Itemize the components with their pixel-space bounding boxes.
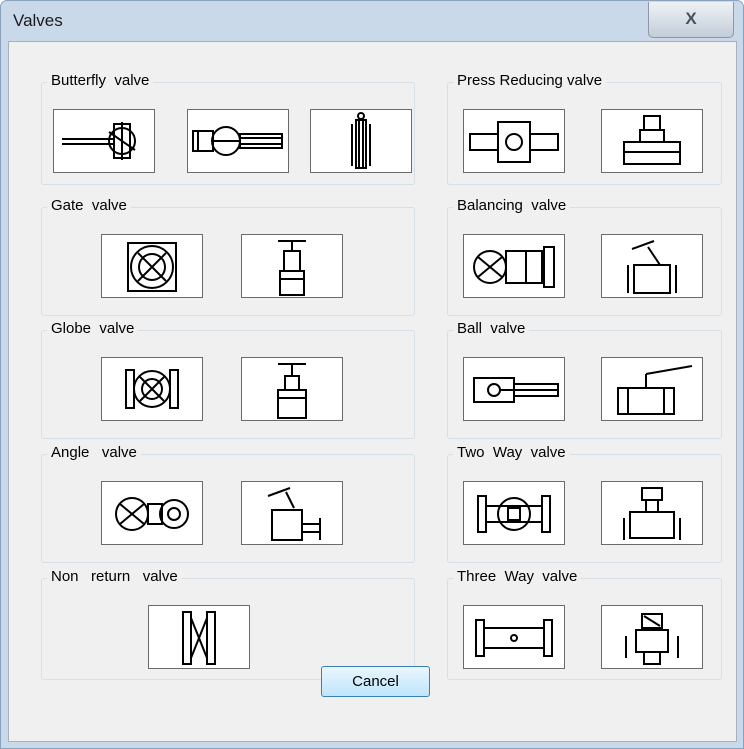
- three-way-valve-side-thumbnail[interactable]: [601, 605, 703, 669]
- close-button[interactable]: X: [648, 2, 734, 38]
- group-globe-valve: Globe valve: [41, 320, 415, 439]
- group-ball-valve: Ball valve: [447, 320, 722, 439]
- group-label: Two Way valve: [453, 444, 570, 461]
- group-label: Non return valve: [47, 568, 182, 585]
- group-label: Three Way valve: [453, 568, 582, 585]
- group-label: Angle valve: [47, 444, 141, 461]
- ball-valve-top-icon: [473, 377, 559, 403]
- two-way-valve-top-icon: [477, 495, 551, 533]
- two-way-valve-side-thumbnail[interactable]: [601, 481, 703, 545]
- gate-valve-front-thumbnail[interactable]: [101, 234, 203, 298]
- title-bar[interactable]: Valves X: [1, 1, 743, 39]
- group-label: Gate valve: [47, 197, 131, 214]
- ball-valve-top-thumbnail[interactable]: [463, 357, 565, 421]
- group-label: Ball valve: [453, 320, 530, 337]
- press-reducing-valve-top-icon: [469, 121, 559, 163]
- balancing-valve-front-thumbnail[interactable]: [463, 234, 565, 298]
- three-way-valve-top-thumbnail[interactable]: [463, 605, 565, 669]
- non-return-valve-thumbnail[interactable]: [148, 605, 250, 669]
- group-non-return-valve: Non return valve: [41, 568, 415, 680]
- butterfly-valve-lug-thumbnail[interactable]: [187, 109, 289, 173]
- group-label: Balancing valve: [453, 197, 571, 214]
- globe-valve-front-thumbnail[interactable]: [101, 357, 203, 421]
- two-way-valve-top-thumbnail[interactable]: [463, 481, 565, 545]
- gate-valve-side-icon: [278, 240, 306, 296]
- gate-valve-side-thumbnail[interactable]: [241, 234, 343, 298]
- group-label: Globe valve: [47, 320, 139, 337]
- balancing-valve-side-icon: [627, 240, 677, 294]
- group-two-way-valve: Two Way valve: [447, 444, 722, 563]
- group-angle-valve: Angle valve: [41, 444, 415, 563]
- two-way-valve-side-icon: [623, 487, 681, 540]
- angle-valve-side-icon: [267, 487, 321, 541]
- butterfly-valve-wafer-icon: [62, 122, 136, 160]
- butterfly-valve-lug-icon: [192, 126, 283, 156]
- three-way-valve-top-icon: [475, 619, 553, 657]
- dialog-client-area: Butterfly valve Gate valve Globe valve A…: [8, 41, 737, 742]
- globe-valve-front-icon: [125, 369, 179, 409]
- press-reducing-valve-side-thumbnail[interactable]: [601, 109, 703, 173]
- close-icon: X: [685, 9, 697, 28]
- group-label: Butterfly valve: [47, 72, 154, 89]
- group-label: Press Reducing valve: [453, 72, 607, 89]
- window-title: Valves: [13, 11, 63, 30]
- globe-valve-side-thumbnail[interactable]: [241, 357, 343, 421]
- valves-dialog: Valves X Butterfly valve Gate valve Glob…: [0, 0, 744, 749]
- angle-valve-side-thumbnail[interactable]: [241, 481, 343, 545]
- non-return-valve-icon: [182, 611, 216, 665]
- butterfly-valve-side-thumbnail[interactable]: [310, 109, 412, 173]
- press-reducing-valve-top-thumbnail[interactable]: [463, 109, 565, 173]
- angle-valve-front-thumbnail[interactable]: [101, 481, 203, 545]
- butterfly-valve-wafer-thumbnail[interactable]: [53, 109, 155, 173]
- cancel-button[interactable]: Cancel: [321, 666, 430, 697]
- ball-valve-side-thumbnail[interactable]: [601, 357, 703, 421]
- press-reducing-valve-side-icon: [623, 115, 681, 165]
- gate-valve-front-icon: [127, 242, 177, 292]
- group-balancing-valve: Balancing valve: [447, 197, 722, 316]
- angle-valve-front-icon: [115, 497, 189, 531]
- three-way-valve-side-icon: [625, 613, 679, 665]
- group-three-way-valve: Three Way valve: [447, 568, 722, 680]
- globe-valve-side-icon: [277, 363, 307, 419]
- balancing-valve-side-thumbnail[interactable]: [601, 234, 703, 298]
- group-press-reducing-valve: Press Reducing valve: [447, 72, 722, 185]
- butterfly-valve-side-icon: [351, 112, 371, 169]
- ball-valve-side-icon: [617, 365, 693, 415]
- group-gate-valve: Gate valve: [41, 197, 415, 316]
- balancing-valve-front-icon: [473, 246, 555, 288]
- group-butterfly-valve: Butterfly valve: [41, 72, 415, 185]
